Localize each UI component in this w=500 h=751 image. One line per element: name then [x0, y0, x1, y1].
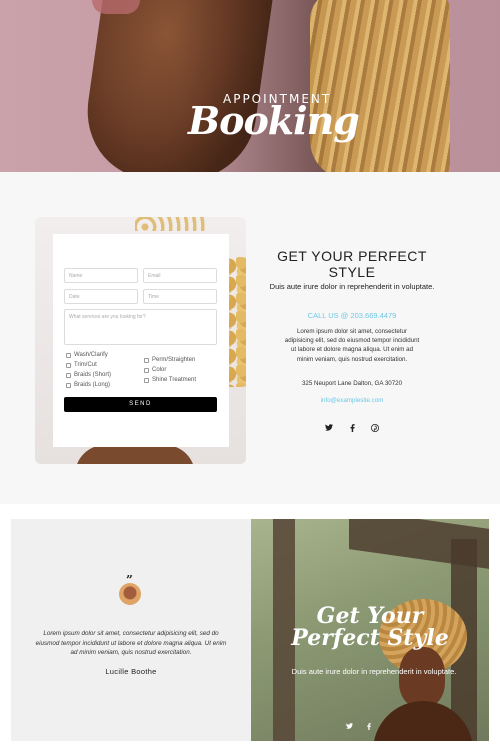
promo-title-line2: Perfect Style	[291, 625, 449, 651]
promo-title-line1: Get Your	[316, 603, 424, 629]
twitter-icon[interactable]	[346, 723, 353, 732]
checkbox-icon	[66, 352, 71, 358]
twitter-icon[interactable]	[325, 424, 333, 434]
facebook-icon[interactable]	[367, 723, 371, 732]
booking-form: Name Email Date Time What services are y…	[53, 234, 229, 447]
checkbox-icon	[144, 377, 149, 383]
promo-social-links	[346, 723, 371, 732]
checkbox-braids-short[interactable]: Braids (Short)	[66, 372, 111, 378]
checkbox-icon	[66, 382, 71, 388]
phone-link[interactable]: CALL US @ 203.669.4479	[262, 311, 442, 320]
testimonial-author: Lucille Boothe	[105, 667, 157, 676]
address-text: 325 Neuport Lane Dalton, GA 30720	[301, 380, 403, 387]
checkbox-icon	[66, 362, 71, 368]
pinterest-icon[interactable]	[371, 424, 379, 434]
hero-banner: APPOINTMENT Booking	[0, 0, 500, 172]
social-links	[325, 424, 379, 434]
facebook-icon[interactable]	[350, 424, 355, 434]
booking-section: Name Email Date Time What services are y…	[0, 172, 500, 504]
body-text: Lorem ipsum dolor sit amet, consectetur …	[284, 328, 420, 363]
checkbox-perm-straighten[interactable]: Perm/Straighten	[144, 357, 195, 363]
testimonial-card: ” Lorem ipsum dolor sit amet, consectetu…	[11, 519, 251, 741]
checkbox-color[interactable]: Color	[144, 367, 166, 373]
hair-curls-top	[135, 217, 205, 231]
checkbox-shine-treatment[interactable]: Shine Treatment	[144, 377, 196, 383]
date-field[interactable]: Date	[64, 289, 138, 304]
hero-title: Booking	[188, 98, 360, 143]
photo-skin	[75, 445, 195, 464]
checkbox-braids-long[interactable]: Braids (Long)	[66, 382, 110, 388]
email-link[interactable]: info@examplesite.com	[262, 397, 442, 404]
checkbox-wash-clarify[interactable]: Wash/Clarify	[66, 352, 108, 358]
hero-photo-lips	[92, 0, 140, 14]
avatar	[119, 583, 141, 605]
promo-title: Get Your Perfect Style	[251, 605, 489, 649]
checkbox-icon	[144, 367, 149, 373]
checkbox-icon	[66, 372, 71, 378]
hero-photo-shadow	[180, 0, 330, 172]
section-heading: GET YOUR PERFECT STYLE	[277, 248, 427, 280]
checkbox-icon	[144, 357, 149, 363]
checkbox-trim-cut[interactable]: Trim/Cut	[66, 362, 97, 368]
promo-text: Duis aute irure dolor in reprehenderit i…	[291, 667, 457, 676]
time-field[interactable]: Time	[143, 289, 217, 304]
services-textarea[interactable]: What services are you looking for?	[64, 309, 217, 345]
send-button[interactable]: SEND	[64, 397, 217, 412]
bottom-section: ” Lorem ipsum dolor sit amet, consectetu…	[0, 504, 500, 751]
testimonial-text: Lorem ipsum dolor sit amet, consectetur …	[35, 630, 227, 656]
name-field[interactable]: Name	[64, 268, 138, 283]
email-field[interactable]: Email	[143, 268, 217, 283]
promo-card: Get Your Perfect Style Duis aute irure d…	[251, 519, 489, 741]
hero-photo-braids	[310, 0, 450, 172]
lead-text: Duis aute irure dolor in reprehenderit i…	[269, 282, 435, 291]
